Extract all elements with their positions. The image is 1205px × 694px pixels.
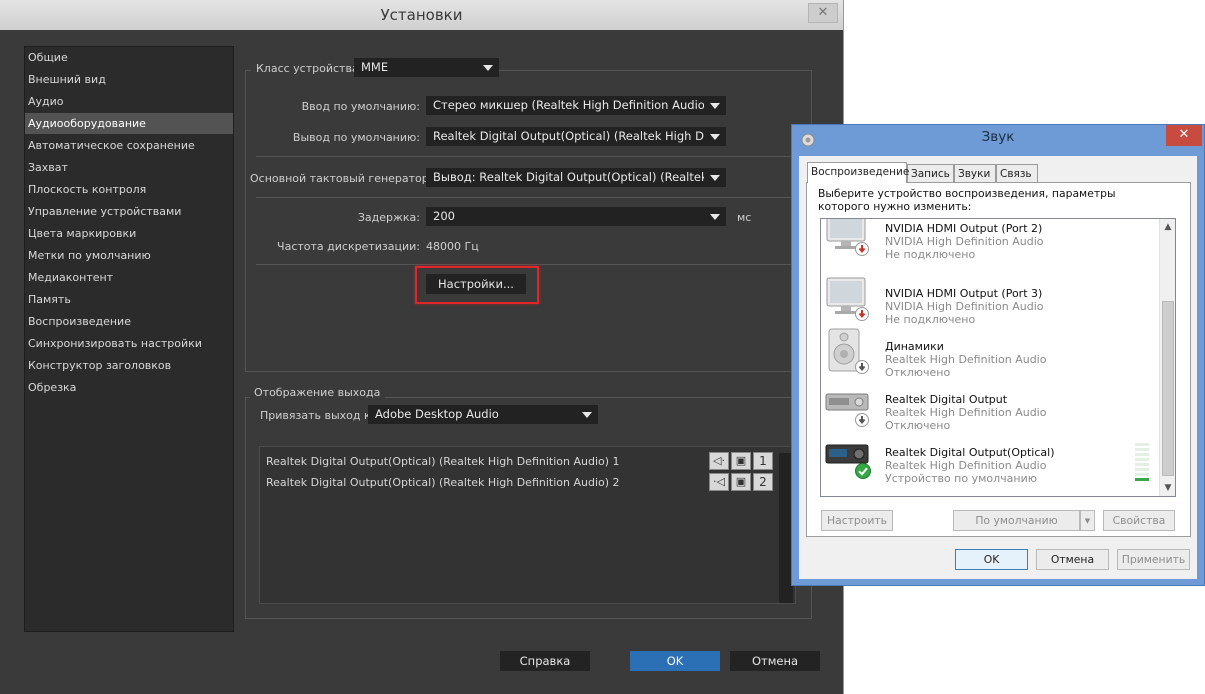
- divider: [256, 264, 812, 265]
- default-input-label: Ввод по умолчанию:: [301, 100, 420, 113]
- output-row[interactable]: Realtek Digital Output(Optical) (Realtek…: [266, 476, 620, 489]
- scroll-up-icon[interactable]: ▲: [1160, 219, 1175, 235]
- channel-left-icon[interactable]: ◁·: [709, 452, 729, 470]
- divider: [256, 156, 812, 157]
- tab-communications[interactable]: Связь: [996, 164, 1038, 182]
- category-appearance[interactable]: Внешний вид: [25, 69, 233, 90]
- device-item[interactable]: Realtek Digital Output Realtek High Defi…: [821, 378, 1157, 432]
- level-meter: [1135, 443, 1149, 483]
- tab-panel: Выберите устройство воспроизведения, пар…: [806, 182, 1191, 537]
- dialog-title: Звук: [981, 129, 1015, 145]
- disabled-icon: [855, 359, 869, 374]
- category-media[interactable]: Медиаконтент: [25, 267, 233, 288]
- device-item[interactable]: Динамики Realtek High Definition Audio О…: [821, 325, 1157, 379]
- disconnected-icon: [855, 241, 869, 256]
- category-trim[interactable]: Обрезка: [25, 377, 233, 398]
- default-check-icon: [855, 463, 871, 479]
- tab-recording[interactable]: Запись: [907, 164, 954, 182]
- device-class-dropdown[interactable]: MME: [354, 58, 499, 77]
- tab-playback[interactable]: Воспроизведение: [807, 162, 909, 183]
- chevron-down-icon: [710, 103, 720, 109]
- chevron-down-icon: [710, 214, 720, 220]
- device-item[interactable]: NVIDIA HDMI Output (Port 3) NVIDIA High …: [821, 272, 1157, 326]
- channel-right-icon[interactable]: ·◁: [709, 473, 729, 491]
- category-label-defaults[interactable]: Метки по умолчанию: [25, 245, 233, 266]
- default-output-dropdown[interactable]: Realtek Digital Output(Optical) (Realtek…: [426, 127, 726, 146]
- cancel-button[interactable]: Отмена: [1036, 549, 1109, 570]
- instruction-text: Выберите устройство воспроизведения, пар…: [818, 187, 1116, 213]
- disconnected-icon: [855, 306, 869, 321]
- ok-button[interactable]: OK: [630, 651, 720, 671]
- cancel-button[interactable]: Отмена: [730, 651, 820, 671]
- device-item-default[interactable]: Realtek Digital Output(Optical) Realtek …: [821, 431, 1157, 485]
- output-mapping-title: Отображение выхода: [254, 386, 381, 399]
- set-default-dropdown[interactable]: ▾: [1080, 510, 1095, 531]
- dialog-title: Установки: [380, 6, 463, 24]
- category-auto-save[interactable]: Автоматическое сохранение: [25, 135, 233, 156]
- channel-surround-icon[interactable]: ▣: [731, 452, 751, 470]
- set-default-button[interactable]: По умолчанию: [953, 510, 1080, 531]
- disabled-icon: [855, 412, 869, 427]
- sample-rate-label: Частота дискретизации:: [277, 240, 420, 253]
- preferences-dialog: Установки ✕ Общие Внешний вид Аудио Ауди…: [0, 0, 844, 694]
- category-device-control[interactable]: Управление устройствами: [25, 201, 233, 222]
- sound-dialog: Звук ✕ Воспроизведение Запись Звуки Связ…: [791, 124, 1205, 586]
- tab-sounds[interactable]: Звуки: [954, 164, 996, 182]
- sample-rate-value: 48000 Гц: [426, 240, 479, 253]
- help-button[interactable]: Справка: [500, 651, 590, 671]
- chevron-down-icon: [710, 134, 720, 140]
- device-class-label: Класс устройства:: [256, 62, 363, 75]
- apply-button[interactable]: Применить: [1117, 549, 1190, 570]
- device-item[interactable]: NVIDIA HDMI Output (Port 2) NVIDIA High …: [821, 219, 1157, 261]
- map-output-label: Привязать выход к:: [260, 409, 375, 422]
- map-output-dropdown[interactable]: Adobe Desktop Audio: [368, 405, 598, 424]
- scroll-thumb[interactable]: [1162, 301, 1174, 476]
- latency-unit: мс: [737, 211, 752, 224]
- channel-number-1[interactable]: 1: [753, 452, 773, 470]
- category-list: Общие Внешний вид Аудио Аудиооборудовани…: [24, 46, 234, 632]
- scroll-down-icon[interactable]: ▼: [1160, 480, 1175, 496]
- device-list: NVIDIA HDMI Output (Port 2) NVIDIA High …: [820, 218, 1176, 497]
- device-list-scrollbar[interactable]: ▲ ▼: [1159, 219, 1175, 496]
- category-audio-hardware[interactable]: Аудиооборудование: [25, 113, 233, 134]
- channel-surround-icon[interactable]: ▣: [731, 473, 751, 491]
- category-titler[interactable]: Конструктор заголовков: [25, 355, 233, 376]
- latency-label: Задержка:: [357, 211, 420, 224]
- master-clock-label: Основной тактовый генератор:: [250, 172, 433, 185]
- default-output-label: Вывод по умолчанию:: [292, 131, 420, 144]
- chevron-down-icon: [582, 412, 592, 418]
- close-button[interactable]: ✕: [1166, 125, 1202, 146]
- category-memory[interactable]: Память: [25, 289, 233, 310]
- master-clock-dropdown[interactable]: Вывод: Realtek Digital Output(Optical) (…: [426, 168, 726, 187]
- close-button[interactable]: ✕: [808, 3, 838, 23]
- output-row[interactable]: Realtek Digital Output(Optical) (Realtek…: [266, 455, 620, 468]
- category-sync-settings[interactable]: Синхронизировать настройки: [25, 333, 233, 354]
- default-input-dropdown[interactable]: Стерео микшер (Realtek High Definition A…: [426, 96, 726, 115]
- settings-button[interactable]: Настройки...: [426, 274, 526, 294]
- category-general[interactable]: Общие: [25, 47, 233, 68]
- chevron-down-icon: [710, 175, 720, 181]
- category-label-colors[interactable]: Цвета маркировки: [25, 223, 233, 244]
- latency-dropdown[interactable]: 200: [426, 207, 726, 226]
- configure-button[interactable]: Настроить: [821, 510, 893, 531]
- chevron-down-icon: [483, 65, 493, 71]
- category-playback[interactable]: Воспроизведение: [25, 311, 233, 332]
- divider: [256, 197, 812, 198]
- category-control-surface[interactable]: Плоскость контроля: [25, 179, 233, 200]
- dialog-client: Воспроизведение Запись Звуки Связь Выбер…: [799, 156, 1197, 579]
- category-capture[interactable]: Захват: [25, 157, 233, 178]
- ok-button[interactable]: OK: [955, 549, 1028, 570]
- channel-number-2[interactable]: 2: [753, 473, 773, 491]
- category-audio[interactable]: Аудио: [25, 91, 233, 112]
- properties-button[interactable]: Свойства: [1103, 510, 1175, 531]
